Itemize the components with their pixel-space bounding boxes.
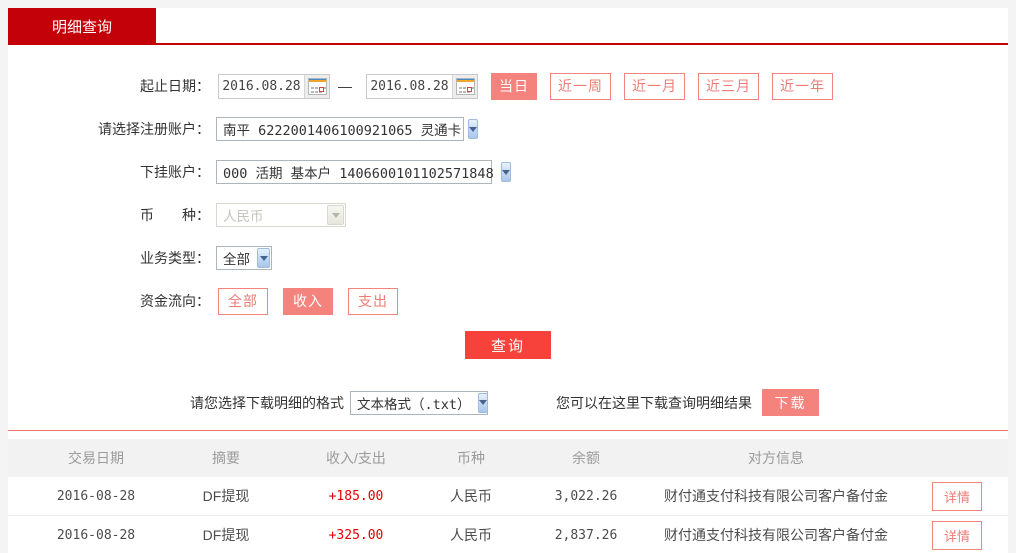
cell-summary: DF提现 bbox=[202, 527, 250, 543]
cell-currency: 人民币 bbox=[450, 527, 492, 543]
registered-account-select[interactable]: 南平 6222001406100921065 灵通卡 bbox=[216, 117, 479, 141]
currency-value: 人民币 bbox=[223, 209, 264, 225]
download-button[interactable]: 下载 bbox=[762, 389, 819, 416]
date-range-row: 起止日期： 2016.08.28 — 2016.08.28 当日 近一周 近一月 bbox=[8, 72, 1008, 100]
end-date-input[interactable]: 2016.08.28 bbox=[366, 73, 478, 99]
table-header: 交易日期 摘要 收入/支出 币种 余额 对方信息 bbox=[8, 439, 1008, 477]
sub-account-row: 下挂账户： 000 活期 基本户 1406600101102571848 bbox=[8, 159, 1008, 185]
cell-amount: +325.00 bbox=[328, 527, 384, 543]
business-type-value: 全部 bbox=[223, 252, 250, 268]
tab-detail-query[interactable]: 明细查询 bbox=[8, 8, 156, 45]
download-row: 请您选择下载明细的格式 文本格式（.txt） 您可以在这里下载查询明细结果 下载 bbox=[8, 389, 1008, 416]
chevron-down-icon bbox=[500, 162, 511, 182]
range-today-button[interactable]: 当日 bbox=[491, 72, 537, 100]
cell-balance: 3,022.26 bbox=[554, 488, 618, 504]
sub-account-value: 000 活期 基本户 1406600101102571848 bbox=[223, 166, 494, 182]
sub-account-select[interactable]: 000 活期 基本户 1406600101102571848 bbox=[216, 160, 511, 184]
query-button-row: 查询 bbox=[8, 331, 1008, 359]
cell-counterparty: 财付通支付科技有限公司客户备付金 bbox=[664, 488, 888, 504]
page: 明细查询 起止日期： 2016.08.28 — 2016.08.28 当日 近一… bbox=[0, 0, 1016, 553]
currency-row: 币 种： 人民币 bbox=[8, 202, 1008, 228]
table-row: 2016-08-28 DF提现 +325.00 人民币 2,837.26 财付通… bbox=[8, 516, 1008, 553]
end-date-calendar-icon[interactable] bbox=[452, 74, 477, 98]
detail-button[interactable]: 详情 bbox=[931, 481, 982, 511]
table-row: 2016-08-28 DF提现 +185.00 人民币 3,022.26 财付通… bbox=[8, 477, 1008, 516]
start-date-calendar-icon[interactable] bbox=[304, 74, 329, 98]
registered-account-row: 请选择注册账户： 南平 6222001406100921065 灵通卡 bbox=[8, 116, 1008, 142]
col-header-currency: 币种 bbox=[457, 450, 485, 466]
chevron-down-icon bbox=[468, 119, 479, 139]
query-form: 起止日期： 2016.08.28 — 2016.08.28 当日 近一周 近一月 bbox=[8, 45, 1008, 416]
start-date-value: 2016.08.28 bbox=[222, 78, 301, 94]
business-type-row: 业务类型： 全部 bbox=[8, 245, 1008, 271]
date-range-separator: — bbox=[338, 78, 352, 94]
registered-account-value: 南平 6222001406100921065 灵通卡 bbox=[223, 123, 462, 139]
currency-select: 人民币 bbox=[216, 203, 346, 227]
tab-bar: 明细查询 bbox=[8, 8, 1008, 45]
business-type-label: 业务类型： bbox=[140, 250, 210, 266]
flow-expense-button[interactable]: 支出 bbox=[348, 287, 398, 315]
date-range-label: 起止日期： bbox=[140, 78, 210, 94]
download-format-value: 文本格式（.txt） bbox=[357, 396, 471, 413]
cell-amount: +185.00 bbox=[328, 488, 384, 504]
cell-date: 2016-08-28 bbox=[56, 488, 136, 504]
flow-all-button[interactable]: 全部 bbox=[218, 287, 268, 315]
currency-label: 币 种： bbox=[140, 207, 210, 223]
col-header-counterparty: 对方信息 bbox=[748, 450, 804, 466]
business-type-select[interactable]: 全部 bbox=[216, 246, 272, 270]
range-quarter-button[interactable]: 近三月 bbox=[698, 72, 759, 100]
chevron-down-icon bbox=[477, 392, 488, 413]
download-hint: 您可以在这里下载查询明细结果 bbox=[556, 394, 752, 411]
cell-balance: 2,837.26 bbox=[554, 527, 618, 543]
fund-flow-label: 资金流向： bbox=[140, 293, 210, 309]
table-top-divider bbox=[8, 430, 1008, 431]
col-header-date: 交易日期 bbox=[68, 450, 124, 466]
detail-button[interactable]: 详情 bbox=[931, 520, 982, 550]
start-date-input[interactable]: 2016.08.28 bbox=[218, 73, 330, 99]
flow-income-button[interactable]: 收入 bbox=[283, 287, 333, 315]
chevron-down-icon bbox=[327, 205, 344, 225]
range-year-button[interactable]: 近一年 bbox=[772, 72, 833, 100]
cell-counterparty: 财付通支付科技有限公司客户备付金 bbox=[664, 527, 888, 543]
range-month-button[interactable]: 近一月 bbox=[624, 72, 685, 100]
col-header-summary: 摘要 bbox=[212, 450, 240, 466]
registered-account-label: 请选择注册账户： bbox=[98, 121, 210, 137]
col-header-balance: 余额 bbox=[572, 450, 600, 466]
cell-date: 2016-08-28 bbox=[56, 527, 136, 543]
download-format-label: 请您选择下载明细的格式 bbox=[190, 394, 344, 411]
query-button[interactable]: 查询 bbox=[465, 331, 551, 359]
chevron-down-icon bbox=[257, 248, 270, 268]
cell-summary: DF提现 bbox=[202, 488, 250, 504]
col-header-amount: 收入/支出 bbox=[326, 450, 386, 466]
range-week-button[interactable]: 近一周 bbox=[550, 72, 611, 100]
download-format-select[interactable]: 文本格式（.txt） bbox=[350, 390, 488, 415]
end-date-value: 2016.08.28 bbox=[370, 78, 449, 94]
main-content: 起止日期： 2016.08.28 — 2016.08.28 当日 近一周 近一月 bbox=[8, 45, 1008, 553]
sub-account-label: 下挂账户： bbox=[140, 164, 210, 180]
cell-currency: 人民币 bbox=[450, 488, 492, 504]
fund-flow-row: 资金流向： 全部 收入 支出 bbox=[8, 287, 1008, 315]
